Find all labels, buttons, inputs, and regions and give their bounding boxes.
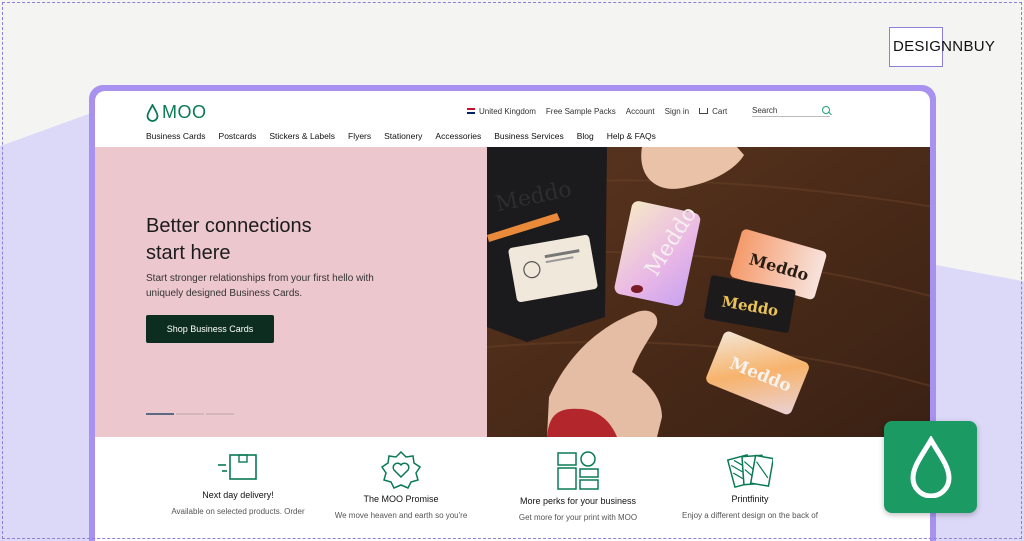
carousel-indicator [146,413,234,415]
uk-flag-icon [467,108,475,114]
logo-text: MOO [162,102,207,122]
heart-badge-icon [380,451,422,489]
stacked-cards-icon [727,453,773,489]
search-input[interactable]: Search [752,103,830,117]
nav-business-cards[interactable]: Business Cards [146,131,206,141]
nav-stationery[interactable]: Stationery [384,131,422,141]
shop-business-cards-button[interactable]: Shop Business Cards [146,315,274,343]
hero-title-line-2: start here [146,242,231,264]
nav-business-services[interactable]: Business Services [494,131,563,141]
moo-logo[interactable]: MOO [146,102,207,123]
carousel-dot[interactable] [176,413,204,415]
hero-title-line-1: Better connections [146,215,312,237]
feature-title: The MOO Promise [363,494,439,504]
cart-label: Cart [712,107,728,116]
utility-bar: United Kingdom Free Sample Packs Account… [467,107,727,116]
sample-packs-link[interactable]: Free Sample Packs [546,107,616,116]
brand-badge: DESIGNNBUY [893,38,996,55]
cart-icon [699,108,709,114]
nav-blog[interactable]: Blog [577,131,594,141]
website-screen: MOO United Kingdom Free Sample Packs Acc… [95,91,930,541]
carousel-dot[interactable] [146,413,174,415]
sign-in-link[interactable]: Sign in [665,107,689,116]
region-label: United Kingdom [479,107,536,116]
hero-panel: Better connections start here Start stro… [95,147,487,437]
feature-desc: We move heaven and earth so you're [334,511,468,520]
feature-printfinity: Printfinity Enjoy a different design on … [665,451,835,521]
feature-promise: The MOO Promise We move heaven and earth… [316,451,486,521]
main-nav: Business Cards Postcards Stickers & Labe… [146,131,656,141]
nav-accessories[interactable]: Accessories [435,131,481,141]
feature-desc: Available on selected products. Order [171,507,305,516]
search-icon[interactable] [822,106,830,114]
carousel-dot[interactable] [206,413,234,415]
feature-desc: Get more for your print with MOO [518,513,638,522]
business-cards-photo: Meddo Meddo Meddo Meddo Meddo [487,147,930,437]
moo-app-icon[interactable] [884,421,977,513]
features-row: Next day delivery! Available on selected… [95,437,930,541]
nav-flyers[interactable]: Flyers [348,131,371,141]
browser-frame: MOO United Kingdom Free Sample Packs Acc… [89,85,936,541]
region-selector[interactable]: United Kingdom [467,107,536,116]
hero-image: Meddo Meddo Meddo Meddo Meddo [487,147,930,437]
feature-perks: More perks for your business Get more fo… [493,451,663,523]
feature-title: Next day delivery! [202,490,274,500]
feature-delivery: Next day delivery! Available on selected… [153,451,323,517]
shapes-grid-icon [557,451,599,490]
drop-icon [909,436,952,498]
hero-title: Better connections start here [146,213,396,267]
delivery-box-icon [218,454,257,480]
hero-subtitle: Start stronger relationships from your f… [146,273,374,299]
nav-help-faqs[interactable]: Help & FAQs [607,131,656,141]
cart-link[interactable]: Cart [699,107,727,116]
feature-desc: Enjoy a different design on the back of [682,511,818,520]
feature-title: More perks for your business [519,496,637,506]
feature-title: Printfinity [731,494,769,504]
search-placeholder: Search [752,106,778,115]
nav-stickers-labels[interactable]: Stickers & Labels [269,131,335,141]
account-link[interactable]: Account [626,107,655,116]
moo-drop-icon [146,103,159,122]
nav-postcards[interactable]: Postcards [219,131,257,141]
